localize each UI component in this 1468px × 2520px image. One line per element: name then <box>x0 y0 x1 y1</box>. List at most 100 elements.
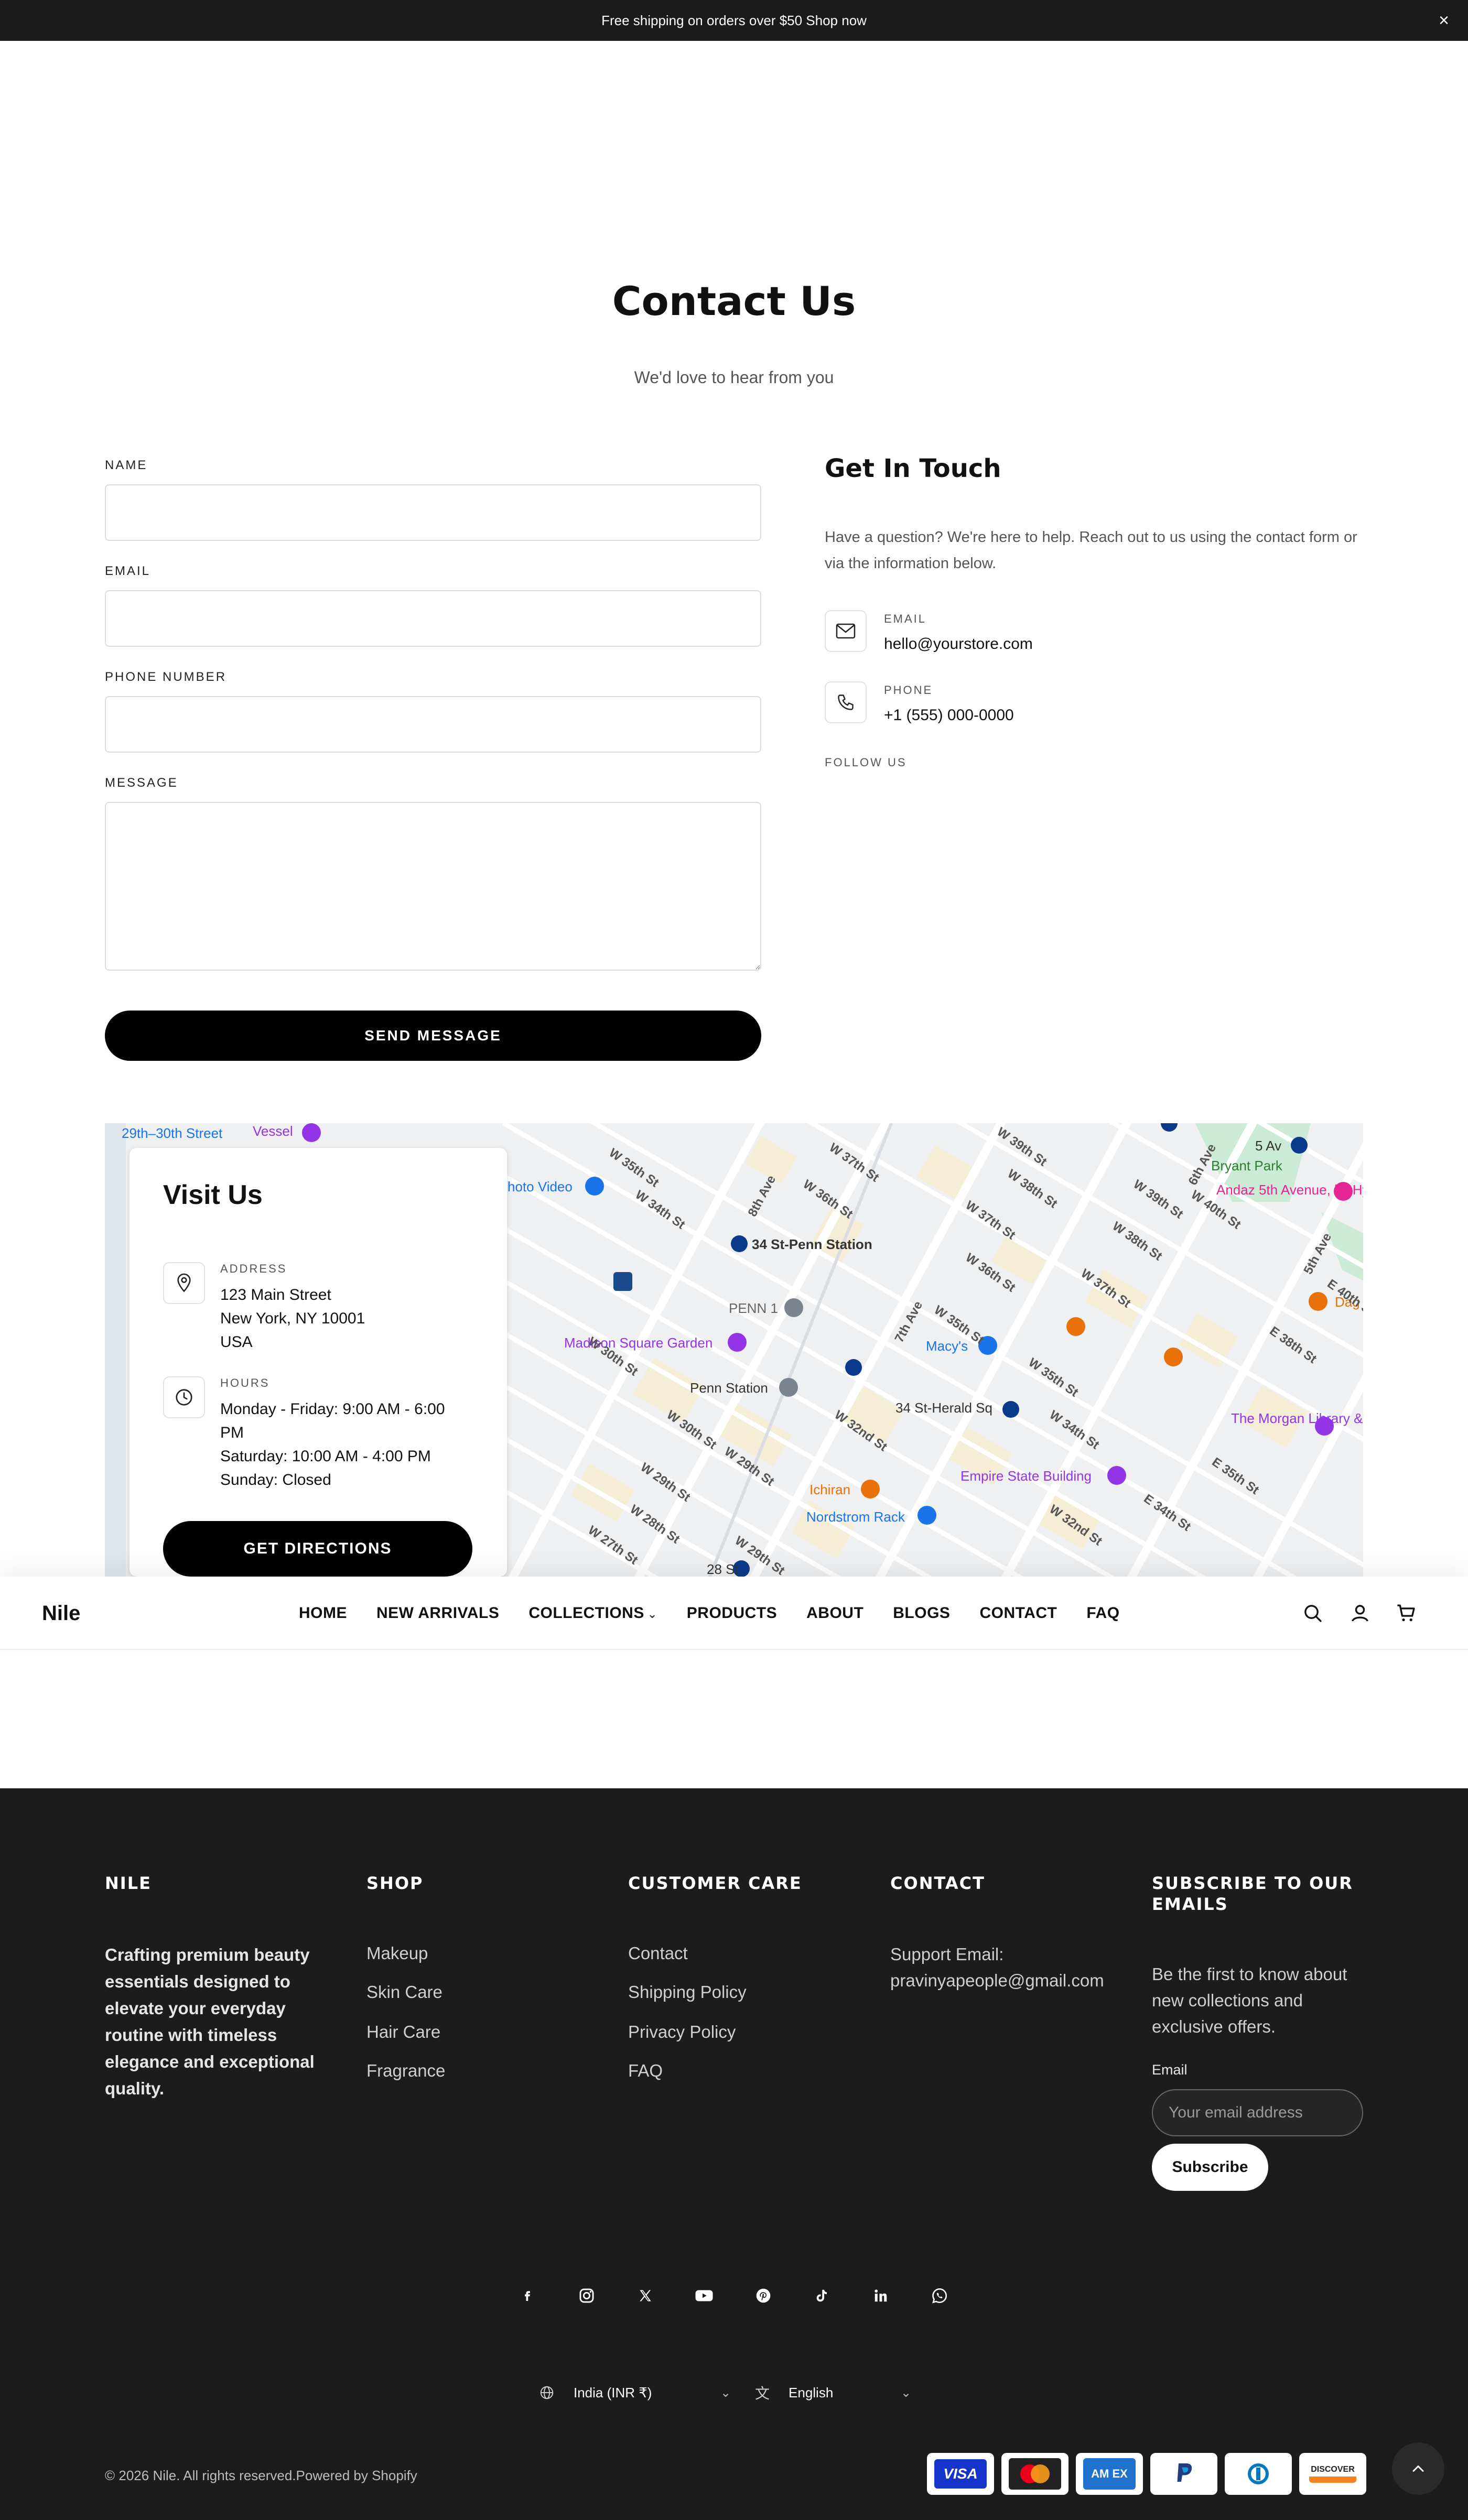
footer-link-contact[interactable]: Contact <box>628 1943 688 1963</box>
visa-icon-label: VISA <box>934 2459 987 2489</box>
chevron-up-icon <box>1412 2465 1424 2472</box>
amex-icon: AM EX <box>1076 2453 1143 2495</box>
subscribe-button[interactable]: Subscribe <box>1152 2144 1268 2191</box>
map-label: hoto Video <box>508 1179 573 1194</box>
map-label: 29th–30th Street <box>122 1125 223 1141</box>
footer-support-email[interactable]: pravinyapeople@gmail.com <box>890 1968 1104 1994</box>
nav-collections-label: COLLECTIONS <box>528 1604 644 1622</box>
tiktok-icon[interactable] <box>806 2280 837 2311</box>
footer-link-skin-care[interactable]: Skin Care <box>366 1982 442 2002</box>
footer-subscribe-text: Be the first to know about new collectio… <box>1152 1964 1347 2036</box>
map-label: Ichiran <box>809 1482 850 1497</box>
name-field[interactable] <box>105 484 761 541</box>
map-label: 5 Av <box>1255 1138 1281 1154</box>
footer-link-faq[interactable]: FAQ <box>628 2061 663 2081</box>
map-label: Macy's <box>926 1338 968 1354</box>
address-line-2: New York, NY 10001 <box>220 1310 365 1327</box>
mail-icon <box>825 610 867 652</box>
hours-label: HOURS <box>220 1376 270 1389</box>
map-label: PENN 1 <box>729 1300 778 1316</box>
nav-home[interactable]: HOME <box>299 1604 347 1622</box>
facebook-icon[interactable] <box>512 2280 543 2311</box>
discover-icon-label: DISCOVER <box>1311 2465 1355 2474</box>
email-field[interactable] <box>105 590 761 647</box>
send-message-button[interactable]: SEND MESSAGE <box>105 1011 761 1061</box>
page-subtitle: We'd love to hear from you <box>634 368 834 387</box>
nav-collections[interactable]: COLLECTIONS ⌄ <box>528 1604 657 1622</box>
nav-faq[interactable]: FAQ <box>1086 1604 1119 1622</box>
address-line-3: USA <box>220 1333 253 1351</box>
x-icon[interactable] <box>630 2280 661 2311</box>
email-label: EMAIL <box>105 564 151 578</box>
nav-new-arrivals[interactable]: NEW ARRIVALS <box>376 1604 499 1622</box>
paypal-icon <box>1150 2453 1217 2495</box>
visa-icon: VISA <box>927 2453 994 2495</box>
youtube-icon[interactable] <box>688 2280 720 2311</box>
language-value: English <box>789 2384 834 2400</box>
newsletter-email-input[interactable]: Your email address <box>1152 2089 1363 2136</box>
email-info-label: EMAIL <box>884 612 927 625</box>
translate-icon: 文 <box>755 2385 770 2402</box>
footer-contact-heading: CONTACT <box>890 1873 985 1893</box>
close-icon[interactable]: × <box>1439 10 1449 30</box>
map-label: Bryant Park <box>1211 1158 1283 1174</box>
message-label: MESSAGE <box>105 776 178 790</box>
instagram-icon[interactable] <box>571 2280 602 2311</box>
phone-label: PHONE NUMBER <box>105 670 227 684</box>
amex-icon-label: AM EX <box>1083 2458 1136 2490</box>
footer-care-heading: CUSTOMER CARE <box>628 1873 802 1893</box>
phone-field[interactable] <box>105 696 761 753</box>
hours-line-3: Saturday: 10:00 AM - 4:00 PM <box>220 1448 431 1465</box>
chevron-down-icon: ⌄ <box>647 1607 657 1621</box>
account-icon[interactable] <box>1348 1602 1372 1625</box>
footer-link-fragrance[interactable]: Fragrance <box>366 2061 445 2081</box>
page-title: Contact Us <box>612 278 856 324</box>
back-to-top-button[interactable] <box>1392 2442 1444 2495</box>
footer-link-privacy-policy[interactable]: Privacy Policy <box>628 2022 736 2042</box>
map-label: Andaz 5th Avenue, by Hyatt <box>1216 1182 1363 1198</box>
announcement-text[interactable]: Free shipping on orders over $50 Shop no… <box>601 13 867 29</box>
nav-contact[interactable]: CONTACT <box>979 1604 1057 1622</box>
nav-blogs[interactable]: BLOGS <box>893 1604 950 1622</box>
footer-link-makeup[interactable]: Makeup <box>366 1943 428 1963</box>
nav-products[interactable]: PRODUCTS <box>687 1604 777 1622</box>
globe-icon <box>540 2386 554 2399</box>
email-info-value[interactable]: hello@yourstore.com <box>884 635 1033 653</box>
diners-club-icon <box>1225 2453 1292 2495</box>
footer-link-shipping-policy[interactable]: Shipping Policy <box>628 1982 747 2002</box>
get-directions-button[interactable]: GET DIRECTIONS <box>163 1521 472 1577</box>
nav-about[interactable]: ABOUT <box>806 1604 863 1622</box>
map-label: Madison Square Garden <box>564 1335 713 1351</box>
pinterest-icon[interactable] <box>748 2280 779 2311</box>
footer-link-hair-care[interactable]: Hair Care <box>366 2022 440 2042</box>
hours-line-4: Sunday: Closed <box>220 1471 331 1489</box>
phone-info-value[interactable]: +1 (555) 000-0000 <box>884 707 1014 724</box>
language-selector[interactable]: 文 English ⌄ <box>755 2380 911 2406</box>
copyright-text: © 2026 Nile. All rights reserved.Powered… <box>105 2468 417 2483</box>
footer-subscribe-heading-1: SUBSCRIBE TO OUR <box>1152 1873 1353 1893</box>
visit-us-title: Visit Us <box>163 1180 263 1210</box>
footer-brand-heading: NILE <box>105 1873 152 1893</box>
footer-brand-text: Crafting premium beauty essentials desig… <box>105 1945 315 2098</box>
announcement-bar: Free shipping on orders over $50 Shop no… <box>0 0 1468 41</box>
cart-icon[interactable] <box>1395 1602 1418 1625</box>
search-icon[interactable] <box>1301 1602 1324 1625</box>
logo[interactable]: Nile <box>42 1602 80 1625</box>
footer-shop-heading: SHOP <box>366 1873 424 1893</box>
address-label: ADDRESS <box>220 1262 287 1275</box>
site-header: Nile HOME NEW ARRIVALS COLLECTIONS ⌄ PROD… <box>0 1577 1468 1650</box>
mastercard-icon <box>1001 2453 1068 2495</box>
whatsapp-icon[interactable] <box>924 2280 955 2311</box>
map-label: 34 St-Herald Sq <box>895 1400 992 1416</box>
clock-icon <box>163 1376 205 1418</box>
map-label: Nordstrom Rack <box>806 1509 905 1525</box>
message-field[interactable] <box>105 802 761 971</box>
map-label: Penn Station <box>690 1380 768 1396</box>
map-label: Vessel <box>253 1123 293 1139</box>
phone-icon <box>825 681 867 723</box>
footer-email-label: Email <box>1152 2062 1188 2078</box>
get-in-touch-text: Have a question? We're here to help. Rea… <box>825 529 1357 572</box>
country-selector[interactable]: India (INR ₹) ⌄ <box>539 2380 731 2406</box>
chevron-down-icon: ⌄ <box>901 2385 912 2400</box>
linkedin-icon[interactable] <box>865 2280 897 2311</box>
